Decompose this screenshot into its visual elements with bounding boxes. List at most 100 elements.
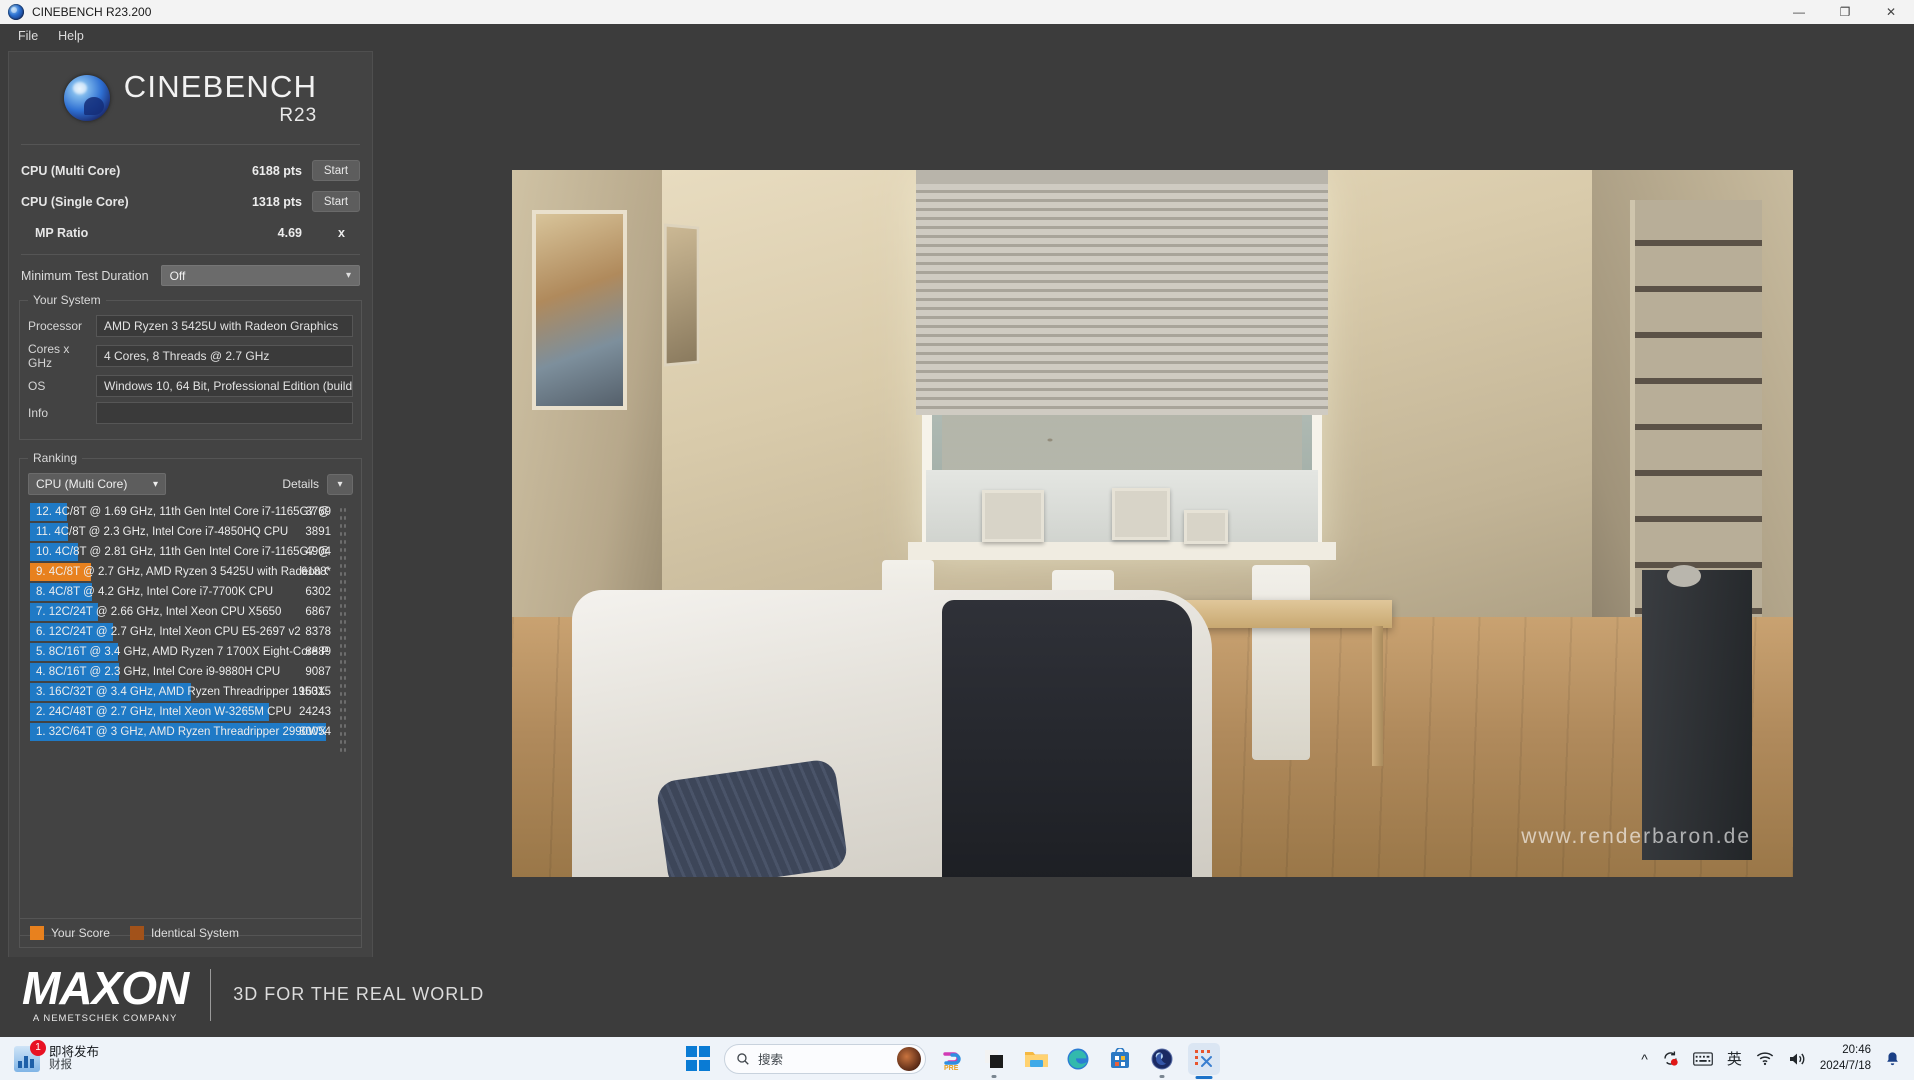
ranking-row-score: 16315 bbox=[299, 686, 331, 698]
ranking-row-label: 3. 16C/32T @ 3.4 GHz, AMD Ryzen Threadri… bbox=[36, 686, 326, 698]
min-test-duration-label: Minimum Test Duration bbox=[21, 268, 149, 283]
cores-value[interactable]: 4 Cores, 8 Threads @ 2.7 GHz bbox=[96, 345, 353, 367]
active-indicator bbox=[1195, 1075, 1213, 1079]
taskbar-item-file-explorer[interactable] bbox=[1020, 1043, 1052, 1075]
keyboard-icon[interactable] bbox=[1692, 1051, 1713, 1066]
details-control: Details ▾ bbox=[282, 473, 353, 495]
snip-icon bbox=[1195, 1049, 1212, 1067]
ranking-row[interactable]: 1. 32C/64T @ 3 GHz, AMD Ryzen Threadripp… bbox=[28, 722, 353, 742]
ranking-row[interactable]: 8. 4C/8T @ 4.2 GHz, Intel Core i7-7700K … bbox=[28, 582, 353, 602]
window-title: CINEBENCH R23.200 bbox=[32, 5, 152, 19]
volume-icon[interactable] bbox=[1788, 1051, 1806, 1067]
ranking-row-score: 8889 bbox=[305, 646, 331, 658]
window-controls: — ❐ ✕ bbox=[1776, 0, 1914, 24]
processor-value[interactable]: AMD Ryzen 3 5425U with Radeon Graphics bbox=[96, 315, 353, 337]
search-input[interactable]: 搜索 bbox=[724, 1043, 926, 1074]
system-tray: ^ 英 20:46 2024/7/18 bbox=[1641, 1043, 1914, 1074]
menu-item-file[interactable]: File bbox=[8, 26, 48, 46]
widget-text: 即将发布 财报 bbox=[49, 1045, 99, 1073]
ranking-list[interactable]: 12. 4C/8T @ 1.69 GHz, 11th Gen Intel Cor… bbox=[28, 502, 353, 922]
multi-core-label: CPU (Multi Core) bbox=[21, 163, 121, 178]
show-hidden-icons-button[interactable]: ^ bbox=[1641, 1051, 1648, 1067]
ranking-row-label: 2. 24C/48T @ 2.7 GHz, Intel Xeon W-3265M… bbox=[36, 706, 292, 718]
ranking-row[interactable]: 2. 24C/48T @ 2.7 GHz, Intel Xeon W-3265M… bbox=[28, 702, 353, 722]
clock-time: 20:46 bbox=[1842, 1043, 1871, 1056]
start-button[interactable] bbox=[682, 1043, 714, 1075]
ranking-row-score: 30054 bbox=[299, 726, 331, 738]
ranking-row[interactable]: 10. 4C/8T @ 2.81 GHz, 11th Gen Intel Cor… bbox=[28, 542, 353, 562]
ranking-row[interactable]: 4. 8C/16T @ 2.3 GHz, Intel Core i9-9880H… bbox=[28, 662, 353, 682]
ranking-row-score: 9087 bbox=[305, 666, 331, 678]
info-value[interactable] bbox=[96, 402, 353, 424]
render-viewport: www.renderbaron.de bbox=[512, 170, 1793, 877]
store-icon bbox=[1111, 1047, 1129, 1068]
score-row-single: CPU (Single Core) 1318 pts Start bbox=[21, 186, 360, 217]
menu-bar: File Help bbox=[0, 24, 1914, 48]
taskbar-widget[interactable]: 1 即将发布 财报 bbox=[0, 1039, 340, 1073]
score-row-ratio: MP Ratio 4.69 x bbox=[21, 217, 360, 248]
brand-version: R23 bbox=[279, 105, 318, 126]
min-test-duration-select[interactable]: Off ▾ bbox=[160, 265, 360, 286]
single-core-label: CPU (Single Core) bbox=[21, 194, 129, 209]
ranking-header: CPU (Multi Core) ▾ Details ▾ bbox=[28, 473, 353, 495]
legend-swatch-your-score bbox=[30, 926, 44, 940]
start-button-single[interactable]: Start bbox=[312, 191, 360, 212]
taskbar-item-snipping-tool[interactable] bbox=[1188, 1042, 1220, 1079]
c4d-icon bbox=[1151, 1048, 1173, 1069]
details-expand-button[interactable]: ▾ bbox=[327, 473, 353, 495]
multi-core-value: 6188 pts bbox=[251, 163, 302, 178]
menu-item-help[interactable]: Help bbox=[48, 26, 94, 46]
cinema4d-sphere-logo-icon bbox=[63, 75, 110, 121]
ime-language-icon[interactable]: 英 bbox=[1727, 1048, 1742, 1069]
wifi-icon[interactable] bbox=[1756, 1051, 1774, 1066]
taskbar-item-store[interactable] bbox=[1104, 1043, 1136, 1075]
chart-bars-icon bbox=[18, 1055, 34, 1068]
legend-label-your-score: Your Score bbox=[51, 926, 110, 940]
score-row-multi: CPU (Multi Core) 6188 pts Start bbox=[21, 155, 360, 186]
taskbar-clock[interactable]: 20:46 2024/7/18 bbox=[1820, 1043, 1871, 1074]
copilot-icon: PRE bbox=[943, 1051, 961, 1071]
ranking-mode-select[interactable]: CPU (Multi Core) ▾ bbox=[28, 473, 166, 495]
windows-logo-icon bbox=[685, 1046, 711, 1071]
os-label: OS bbox=[28, 379, 46, 393]
news-widget-icon: 1 bbox=[14, 1039, 46, 1072]
speaker-knob bbox=[1667, 565, 1701, 587]
maximize-button[interactable]: ❐ bbox=[1822, 0, 1868, 24]
close-button[interactable]: ✕ bbox=[1868, 0, 1914, 24]
taskbar-item-copilot[interactable]: PRE bbox=[936, 1043, 968, 1075]
scrollbar-grip[interactable] bbox=[339, 506, 346, 756]
taskbar-item-dark-app[interactable] bbox=[978, 1043, 1010, 1078]
maxon-wordmark: MAXON bbox=[22, 962, 189, 1014]
ranking-row[interactable]: 5. 8C/16T @ 3.4 GHz, AMD Ryzen 7 1700X E… bbox=[28, 642, 353, 662]
taskbar-apps: 搜索 PRE bbox=[682, 1042, 1220, 1079]
ranking-row-score: 6302 bbox=[305, 586, 331, 598]
ranking-row[interactable]: 6. 12C/24T @ 2.7 GHz, Intel Xeon CPU E5-… bbox=[28, 622, 353, 642]
ranking-row[interactable]: 7. 12C/24T @ 2.66 GHz, Intel Xeon CPU X5… bbox=[28, 602, 353, 622]
processor-label: Processor bbox=[28, 319, 83, 333]
start-button-multi[interactable]: Start bbox=[312, 160, 360, 181]
folder-icon bbox=[1024, 1051, 1048, 1067]
taskbar-item-edge[interactable] bbox=[1062, 1043, 1094, 1075]
room-scene: www.renderbaron.de bbox=[512, 170, 1793, 877]
ranking-row-label: 12. 4C/8T @ 1.69 GHz, 11th Gen Intel Cor… bbox=[36, 506, 328, 518]
windows-taskbar: 1 即将发布 财报 搜索 PRE ^ 英 20:46 2024/7/18 bbox=[0, 1037, 1914, 1080]
ranking-row[interactable]: 9. 4C/8T @ 2.7 GHz, AMD Ryzen 3 5425U wi… bbox=[28, 562, 353, 582]
photo-frame-3 bbox=[1184, 510, 1228, 544]
avatar[interactable] bbox=[897, 1046, 921, 1071]
taskbar-item-cinema4d[interactable] bbox=[1146, 1043, 1178, 1078]
window-blinds bbox=[916, 170, 1328, 415]
svg-text:PRE: PRE bbox=[944, 1065, 959, 1071]
minimize-button[interactable]: — bbox=[1776, 0, 1822, 24]
sofa-dark-back bbox=[942, 600, 1192, 877]
notification-bell-icon[interactable] bbox=[1885, 1051, 1900, 1067]
ranking-scrollbar[interactable] bbox=[339, 502, 349, 922]
ranking-row[interactable]: 12. 4C/8T @ 1.69 GHz, 11th Gen Intel Cor… bbox=[28, 502, 353, 522]
edge-icon bbox=[1067, 1048, 1089, 1069]
ranking-row[interactable]: 11. 4C/8T @ 2.3 GHz, Intel Core i7-4850H… bbox=[28, 522, 353, 542]
ranking-row-score: 3891 bbox=[305, 526, 331, 538]
sync-icon[interactable] bbox=[1662, 1050, 1679, 1067]
ranking-row[interactable]: 3. 16C/32T @ 3.4 GHz, AMD Ryzen Threadri… bbox=[28, 682, 353, 702]
os-value[interactable]: Windows 10, 64 Bit, Professional Edition… bbox=[96, 375, 353, 397]
wall-painting-2 bbox=[663, 223, 700, 367]
photo-frame-2 bbox=[1112, 488, 1170, 540]
